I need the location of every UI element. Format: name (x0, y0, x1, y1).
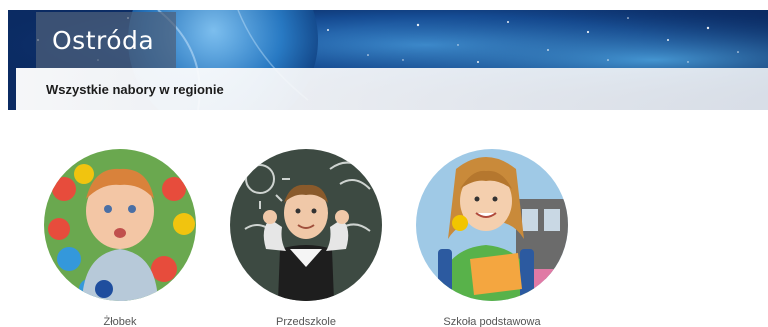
schoolgirl-photo[interactable] (416, 149, 568, 301)
page: Ostróda Wszystkie nabory w regionie Żłob… (0, 0, 768, 327)
hero-banner: Ostróda Wszystkie nabory w regionie (8, 10, 768, 110)
category-szkola-podstawowa[interactable]: Szkoła podstawowa (416, 149, 606, 327)
region-title-box: Ostróda (36, 12, 177, 68)
category-zlobek[interactable]: Żłobek (44, 149, 234, 327)
category-label[interactable]: Szkoła podstawowa (386, 316, 598, 327)
category-label[interactable]: Przedszkole (200, 316, 412, 327)
region-title: Ostróda (52, 25, 155, 55)
subtitle-bar: Wszystkie nabory w regionie (16, 68, 768, 110)
category-przedszkole[interactable]: Przedszkole (230, 149, 420, 327)
subtitle-text: Wszystkie nabory w regionie (46, 81, 224, 97)
toddler-photo[interactable] (44, 149, 196, 301)
preschool-boy-photo[interactable] (230, 149, 382, 301)
category-label[interactable]: Żłobek (14, 316, 226, 327)
